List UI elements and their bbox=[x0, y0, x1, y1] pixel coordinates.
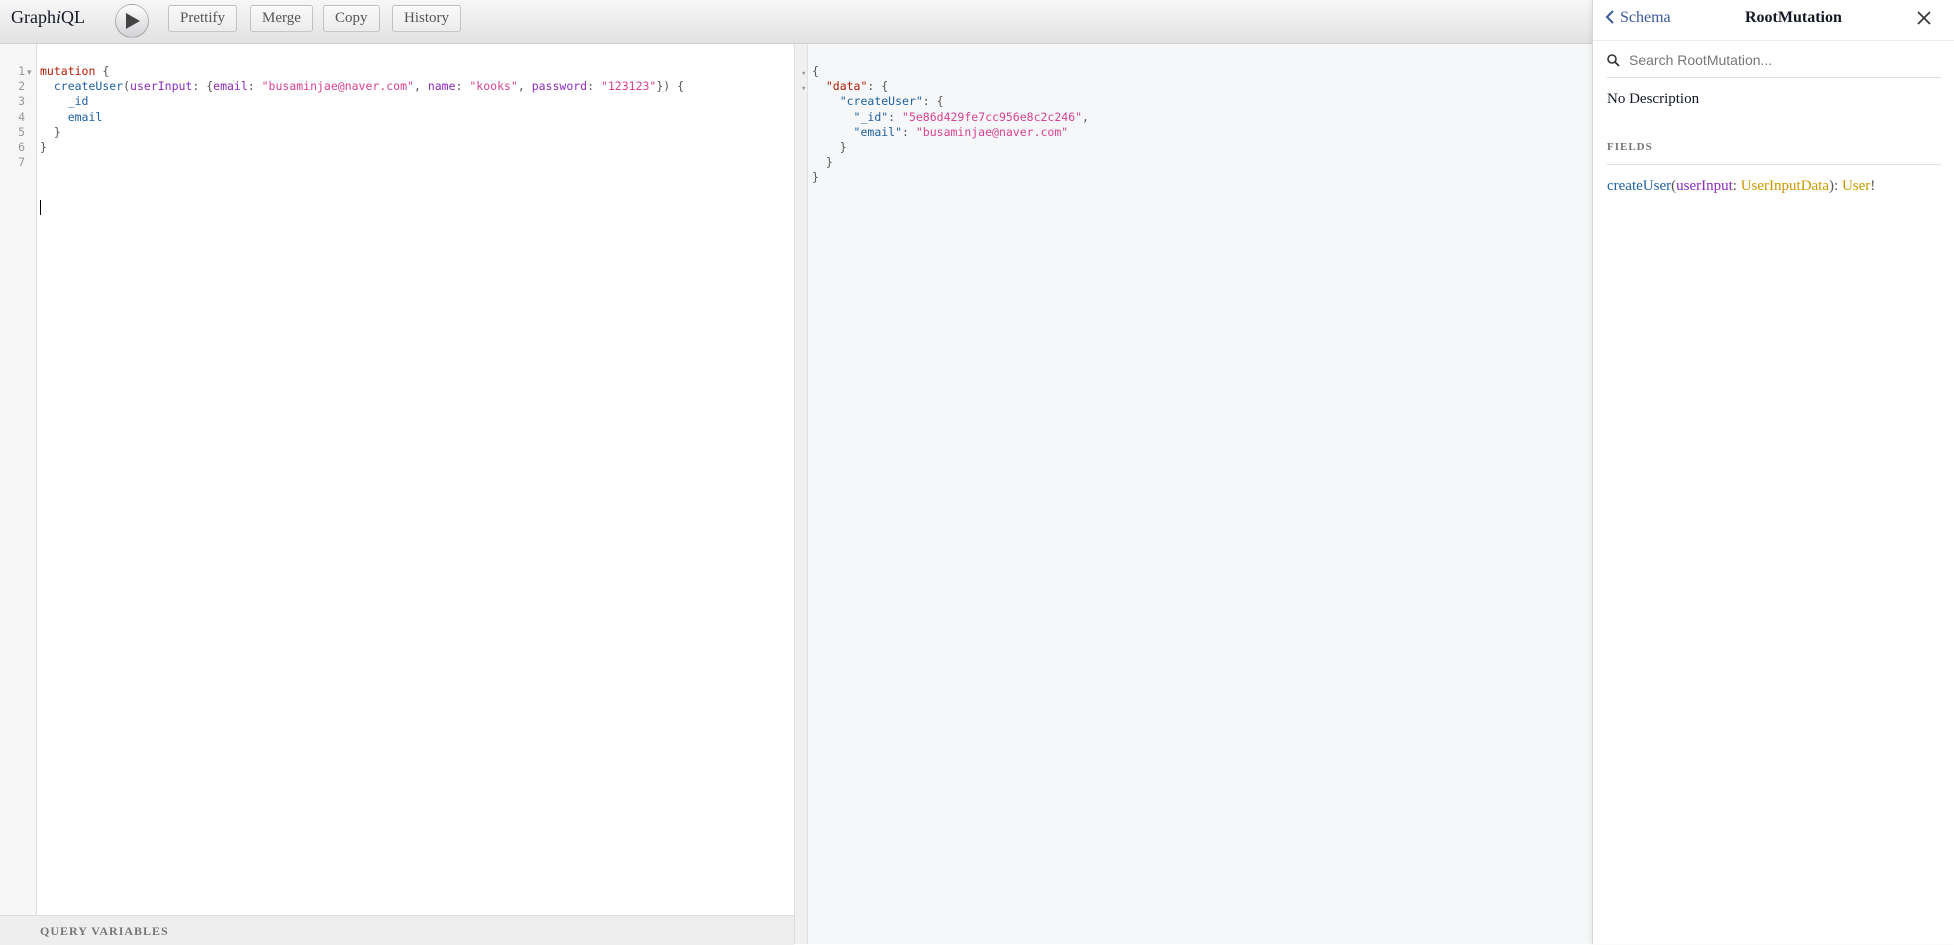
close-icon[interactable] bbox=[1917, 11, 1931, 30]
doc-title: RootMutation bbox=[1745, 9, 1842, 26]
query-line: createUser(userInput: {email: "busaminja… bbox=[53, 79, 685, 94]
result-line: "email": "busaminjae@naver.com" bbox=[853, 124, 1069, 139]
result-line: } bbox=[812, 170, 819, 185]
line-gutter: 1234567 ▾ bbox=[0, 44, 37, 915]
back-label: Schema bbox=[1620, 9, 1671, 26]
app-title: GraphiQL bbox=[11, 7, 85, 27]
query-line: } bbox=[40, 140, 47, 155]
graphiql-app: GraphiQL Prettify Merge Copy History 123… bbox=[0, 0, 1954, 945]
query-text[interactable]: mutation { createUser(userInput: {email:… bbox=[40, 64, 684, 170]
result-line: { bbox=[812, 64, 819, 78]
query-editor[interactable]: 1234567 ▾ mutation { createUser(userInpu… bbox=[0, 44, 794, 945]
field-arg: userInput bbox=[1676, 178, 1733, 194]
query-line bbox=[40, 155, 684, 170]
main-area: GraphiQL Prettify Merge Copy History 123… bbox=[0, 0, 1592, 945]
result-text: ▾ ▾ { "data": { "createUser": { "_id": "5e… bbox=[801, 64, 1089, 186]
toolbar: GraphiQL Prettify Merge Copy History bbox=[0, 0, 1592, 44]
pane-splitter[interactable] bbox=[794, 44, 808, 944]
merge-button[interactable]: Merge bbox=[250, 5, 313, 32]
line-numbers: 1234567 bbox=[18, 64, 25, 170]
result-line: "createUser": { bbox=[839, 94, 944, 109]
fields-section-title: FIELDS bbox=[1607, 141, 1653, 153]
query-variables-bar[interactable]: QUERY VARIABLES bbox=[0, 915, 794, 945]
fold-arrow-icon[interactable]: ▾ bbox=[801, 82, 806, 97]
query-line: mutation { bbox=[40, 64, 110, 78]
fold-arrow-icon[interactable]: ▾ bbox=[801, 67, 806, 82]
result-line: "_id": "5e86d429fe7cc956e8c2c246", bbox=[853, 109, 1089, 124]
search-icon bbox=[1607, 54, 1620, 67]
play-icon bbox=[126, 13, 140, 29]
chevron-left-icon bbox=[1605, 10, 1614, 24]
result-pane: ▾ ▾ { "data": { "createUser": { "_id": "5e… bbox=[801, 44, 1592, 944]
field-create-user: createUser(userInput: UserInputData): Us… bbox=[1607, 178, 1876, 194]
field-name-link[interactable]: createUser bbox=[1607, 178, 1671, 194]
copy-button[interactable]: Copy bbox=[323, 5, 380, 32]
query-line: _id bbox=[40, 94, 89, 109]
result-line: "data": { bbox=[825, 79, 889, 94]
doc-search-input[interactable] bbox=[1627, 51, 1931, 69]
divider bbox=[1607, 164, 1941, 165]
query-line: } bbox=[40, 124, 61, 139]
prettify-button[interactable]: Prettify bbox=[168, 5, 237, 32]
return-type-link[interactable]: User bbox=[1842, 178, 1870, 194]
type-description: No Description bbox=[1607, 91, 1700, 107]
doc-explorer: Schema RootMutation No Description FIELD… bbox=[1592, 0, 1954, 944]
fold-arrow-icon[interactable]: ▾ bbox=[27, 67, 32, 78]
doc-search bbox=[1607, 49, 1941, 78]
history-button[interactable]: History bbox=[392, 5, 461, 32]
query-variables-label: QUERY VARIABLES bbox=[40, 924, 169, 938]
result-line: } bbox=[812, 140, 847, 155]
query-line: email bbox=[40, 109, 103, 124]
doc-explorer-header: Schema RootMutation bbox=[1593, 0, 1954, 41]
execute-button[interactable] bbox=[115, 4, 149, 38]
arg-type-link[interactable]: UserInputData bbox=[1741, 178, 1829, 194]
back-to-schema-link[interactable]: Schema bbox=[1605, 9, 1671, 27]
text-cursor bbox=[40, 200, 41, 215]
result-line: } bbox=[812, 155, 833, 170]
